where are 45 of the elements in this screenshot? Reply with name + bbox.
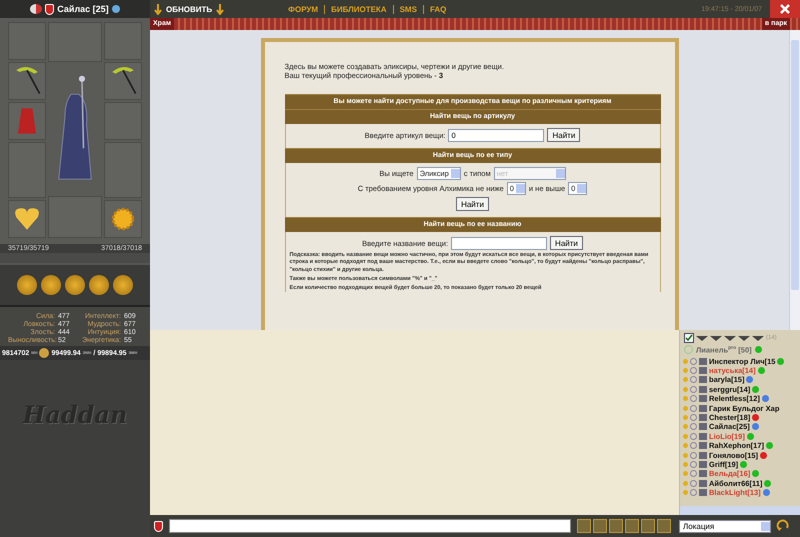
find-button[interactable]: Найти xyxy=(550,236,583,250)
shield-icon xyxy=(154,520,163,532)
nav-link[interactable]: SMS xyxy=(400,4,417,14)
toolbar-icon[interactable] xyxy=(609,519,623,533)
rank-icon[interactable] xyxy=(696,336,708,340)
rank-icon[interactable] xyxy=(738,336,750,340)
medallion-button[interactable] xyxy=(113,275,133,295)
pickaxe-icon[interactable] xyxy=(8,62,46,100)
find-button[interactable]: Найти xyxy=(547,128,580,142)
rank-icon[interactable] xyxy=(710,336,722,340)
nav-link[interactable]: БИБЛИОТЕКА xyxy=(331,4,387,14)
close-button[interactable] xyxy=(770,0,800,18)
refresh-link[interactable]: ОБНОВИТЬ xyxy=(166,4,212,14)
pickaxe-icon[interactable] xyxy=(104,62,142,100)
character-name: Сайлас [25] xyxy=(57,4,109,14)
flag-icon xyxy=(30,4,42,14)
coin-icon xyxy=(39,348,50,358)
rank-icon[interactable] xyxy=(724,336,736,340)
toolbar-icon[interactable] xyxy=(657,519,671,533)
rank-icon[interactable] xyxy=(752,336,764,340)
location-select[interactable]: Локация xyxy=(679,520,771,532)
medallion-button[interactable] xyxy=(17,275,37,295)
medallion-button[interactable] xyxy=(89,275,109,295)
status-icon xyxy=(684,345,693,354)
toolbar-icon[interactable] xyxy=(577,519,591,533)
down-arrow-icon[interactable] xyxy=(216,3,224,15)
toolbar-icon[interactable] xyxy=(625,519,639,533)
toolbar-icon[interactable] xyxy=(641,519,655,533)
sun-icon[interactable] xyxy=(104,200,142,238)
chat-input[interactable] xyxy=(169,519,571,533)
medallion-button[interactable] xyxy=(65,275,85,295)
down-arrow-icon[interactable] xyxy=(154,3,162,15)
scrollbar[interactable] xyxy=(680,506,800,515)
scrollbar[interactable] xyxy=(789,30,800,330)
info-icon[interactable] xyxy=(112,5,120,13)
close-icon xyxy=(779,3,791,15)
shield-icon xyxy=(45,4,54,14)
checkbox[interactable] xyxy=(684,333,694,343)
toolbar-icon[interactable] xyxy=(593,519,607,533)
medallion-button[interactable] xyxy=(41,275,61,295)
name-input[interactable] xyxy=(451,236,548,250)
find-button[interactable]: Найти xyxy=(456,197,489,211)
nav-link[interactable]: ФОРУМ xyxy=(288,4,318,14)
refresh-icon[interactable] xyxy=(776,519,790,533)
nav-link[interactable]: FAQ xyxy=(430,4,446,14)
